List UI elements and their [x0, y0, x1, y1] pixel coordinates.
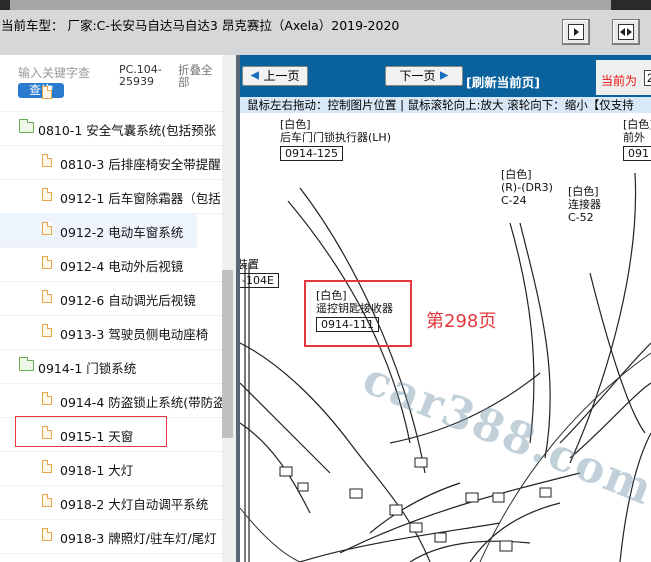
connector-label: [白色] (R)-(DR3) C-24 — [501, 168, 553, 207]
fit-width-icon — [618, 24, 634, 40]
tree-item[interactable]: 0810-1 安全气囊系统(包括预张 — [0, 111, 222, 146]
folder-icon — [19, 357, 34, 371]
page-number-note: 第298页 — [426, 311, 497, 332]
fit-page-icon — [568, 24, 584, 40]
tree-item-label: 0912-4 电动外后视镜 — [60, 259, 184, 274]
arrow-right-icon — [439, 71, 449, 80]
sidebar-scrollbar-thumb[interactable] — [222, 270, 233, 438]
tree-item[interactable]: 0918-3 牌照灯/驻车灯/尾灯 — [0, 519, 222, 554]
connector-id: C-24 — [501, 194, 527, 207]
tree-item-label: 0918-1 大灯 — [60, 463, 134, 478]
tree-item[interactable]: 0912-1 后车窗除霜器（包括 — [0, 179, 222, 214]
prev-page-label: 上一页 — [263, 69, 300, 83]
arrow-left-icon — [250, 71, 260, 80]
fit-width-button[interactable] — [612, 19, 640, 45]
current-page-input[interactable] — [644, 70, 651, 86]
tree-item-label: 0912-6 自动调光后视镜 — [60, 293, 196, 308]
connector-name: 前外 — [623, 131, 645, 144]
connector-color: [白色] — [623, 118, 651, 131]
connector-label: 装置 -104E — [240, 258, 279, 288]
tree-item-label: 0810-3 后排座椅安全带提醒 — [60, 157, 221, 172]
connector-color: [白色] — [568, 185, 599, 198]
tree-item[interactable]: 0914-4 防盗锁止系统(带防盗 — [0, 383, 222, 418]
page-indicator: 当前为 — [596, 60, 651, 95]
document-icon — [42, 222, 52, 235]
window-corner — [611, 0, 651, 10]
current-page-label: 当前为 — [601, 74, 638, 88]
refresh-page-link[interactable]: [刷新当前页] — [466, 72, 540, 91]
tree-item[interactable]: 0918-1 大灯 — [0, 451, 222, 486]
prev-page-button[interactable]: 上一页 — [242, 66, 308, 86]
next-page-button[interactable]: 下一页 — [385, 66, 463, 86]
window-corner — [0, 0, 10, 10]
connector-name: 后车门门锁执行器(LH) — [280, 131, 391, 144]
tree-item[interactable]: 0912-6 自动调光后视镜 — [0, 281, 222, 316]
connector-id: -104E — [240, 273, 279, 288]
tree-item[interactable]: 0912-4 电动外后视镜 — [0, 247, 222, 282]
tree-item-label: 0914-1 门锁系统 — [38, 361, 137, 376]
connector-label: [白色] 后车门门锁执行器(LH) 0914-125 — [280, 118, 391, 161]
page-nav-bar: 上一页 下一页 [刷新当前页] 当前为 — [240, 55, 651, 97]
tree-item[interactable]: 0914-1 门锁系统 — [0, 349, 222, 384]
tree-item-label: 0913-3 驾驶员侧电动座椅 — [60, 327, 209, 342]
diagram-viewer: 上一页 下一页 [刷新当前页] 当前为 鼠标左右拖动：控制图片位置 | 鼠标滚轮… — [240, 55, 651, 562]
wiring-diagram[interactable]: [白色] 后车门门锁执行器(LH) 0914-125 [白色] (R)-(DR3… — [240, 113, 651, 562]
tree-item-clipped[interactable] — [0, 77, 222, 112]
connector-id: 091 — [623, 146, 651, 161]
connector-color: [白色] — [280, 118, 311, 131]
fit-page-button[interactable] — [562, 19, 590, 45]
connector-label: [白色] 前外 091 — [623, 118, 651, 161]
connector-id: 0914-125 — [280, 146, 343, 161]
highlight-annotation — [15, 416, 167, 447]
sidebar: 查询 PC.104-25939 折叠全部 0810-1 安全气囊系统(包括预张 … — [0, 55, 236, 562]
tree-item-label: 0918-3 牌照灯/驻车灯/尾灯 — [60, 531, 217, 546]
connector-label: [白色] 连接器 C-52 — [568, 185, 601, 224]
tree-item[interactable]: 0810-3 后排座椅安全带提醒 — [0, 145, 222, 180]
document-icon — [42, 154, 52, 167]
connector-name: 装置 — [240, 258, 259, 271]
connector-color: [白色] — [501, 168, 532, 181]
tree-item-label: 0810-1 安全气囊系统(包括预张 — [38, 123, 217, 138]
tree-item-label: 0914-4 防盗锁止系统(带防盗 — [60, 395, 222, 410]
document-icon — [42, 460, 52, 473]
document-icon — [42, 324, 52, 337]
window-top-strip — [0, 0, 651, 10]
connector-name: (R)-(DR3) — [501, 181, 553, 194]
top-toolbar: 当前车型： 厂家:C-长安马自达马自达3 昂克赛拉（Axela）2019-202… — [0, 0, 651, 55]
tree-item[interactable]: 0918-2 大灯自动调平系统 — [0, 485, 222, 520]
usage-hint: 鼠标左右拖动：控制图片位置 | 鼠标滚轮向上:放大 滚轮向下：缩小【仅支持 — [240, 97, 651, 113]
tree-item-label: 0912-2 电动车窗系统 — [60, 225, 184, 240]
tree-item[interactable]: 0913-3 驾驶员侧电动座椅 — [0, 315, 222, 350]
folder-icon — [19, 119, 34, 133]
document-icon — [42, 290, 52, 303]
highlight-annotation — [304, 280, 412, 347]
tree-item-selected[interactable]: 0912-2 电动车窗系统 — [0, 213, 197, 248]
document-icon — [42, 86, 52, 99]
document-icon — [42, 494, 52, 507]
vehicle-title: 当前车型： 厂家:C-长安马自达马自达3 昂克赛拉（Axela）2019-202… — [1, 18, 400, 33]
next-page-label: 下一页 — [399, 69, 436, 83]
document-icon — [42, 528, 52, 541]
document-icon — [42, 392, 52, 405]
connector-id: C-52 — [568, 211, 594, 224]
document-icon — [42, 188, 52, 201]
tree-item-label: 0912-1 后车窗除霜器（包括 — [60, 191, 221, 206]
document-icon — [42, 256, 52, 269]
connector-name: 连接器 — [568, 198, 601, 211]
tree-item-label: 0918-2 大灯自动调平系统 — [60, 497, 209, 512]
